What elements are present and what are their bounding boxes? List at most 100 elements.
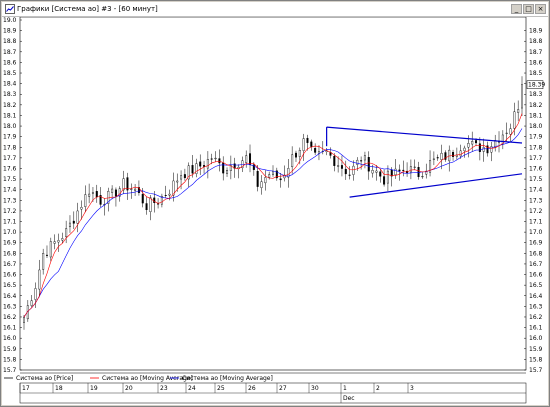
candle-body bbox=[264, 177, 267, 184]
candle-body bbox=[114, 189, 117, 197]
x-tick-label: 26 bbox=[248, 385, 256, 392]
candle-body bbox=[61, 238, 64, 241]
y-tick-label-right: 18.7 bbox=[529, 49, 543, 56]
maximize-icon: □ bbox=[525, 5, 532, 13]
x-tick-label: 24 bbox=[188, 385, 196, 392]
title-bar[interactable]: Графики [Система ао] #3 - [60 минут] _ □… bbox=[2, 2, 548, 17]
candle-body bbox=[367, 157, 370, 172]
y-tick-label-right: 18.1 bbox=[529, 112, 543, 119]
candle-body bbox=[402, 169, 405, 171]
candle-body bbox=[199, 161, 202, 167]
candle-body bbox=[145, 203, 148, 211]
candle-body bbox=[352, 165, 355, 175]
chart-app-icon bbox=[5, 4, 15, 14]
candle-body bbox=[260, 181, 263, 188]
y-tick-label: 16.5 bbox=[3, 282, 17, 289]
x-tick-label: 30 bbox=[311, 385, 319, 392]
y-tick-label-right: 15.8 bbox=[529, 356, 543, 363]
candle-body bbox=[95, 191, 98, 198]
legend-item-label: Система ао [Price] bbox=[16, 375, 73, 382]
candle-body bbox=[448, 149, 451, 162]
y-tick-label: 17.4 bbox=[3, 187, 17, 194]
y-tick-label: 18.7 bbox=[3, 49, 17, 56]
y-tick-label-right: 16.4 bbox=[529, 293, 543, 300]
candle-body bbox=[111, 188, 114, 193]
price-chart[interactable]: 19.0 18.9 18.8 18.7 18.6 18.5 18.4 18.3 18.2 18.1… bbox=[2, 17, 548, 405]
chart-area[interactable]: 19.0 18.9 18.8 18.7 18.6 18.5 18.4 18.3 18.2 18.1… bbox=[2, 17, 548, 405]
candle-body bbox=[168, 193, 171, 196]
y-tick-label-right: 16.7 bbox=[529, 261, 543, 268]
candle-body bbox=[226, 170, 229, 174]
candle-body bbox=[256, 171, 259, 187]
maximize-button[interactable]: □ bbox=[523, 4, 534, 14]
y-tick-label: 16.8 bbox=[3, 250, 17, 257]
candle-body bbox=[348, 174, 351, 176]
x-tick-label: 23 bbox=[160, 385, 168, 392]
candle-body bbox=[440, 152, 443, 160]
candle-body bbox=[130, 188, 133, 190]
y-tick-label-right: 17.2 bbox=[529, 208, 543, 215]
y-tick-label: 19.0 bbox=[3, 17, 17, 24]
candle-body bbox=[272, 171, 275, 175]
candle-body bbox=[122, 178, 125, 191]
candle-body bbox=[417, 167, 420, 177]
candle-body bbox=[245, 155, 248, 163]
y-tick-label: 16.7 bbox=[3, 261, 17, 268]
y-tick-label-right: 16.2 bbox=[529, 314, 543, 321]
y-tick-label: 18.5 bbox=[3, 70, 17, 77]
candle-body bbox=[509, 128, 512, 135]
candle-body bbox=[298, 149, 301, 157]
candle-body bbox=[306, 137, 309, 143]
candle-body bbox=[176, 180, 179, 183]
candle-body bbox=[84, 194, 87, 207]
candle-body bbox=[268, 174, 271, 178]
candle-body bbox=[294, 152, 297, 158]
y-tick-label: 18.3 bbox=[3, 91, 17, 98]
candle-body bbox=[45, 254, 48, 256]
y-tick-label: 16.0 bbox=[3, 335, 17, 342]
candle-body bbox=[478, 143, 481, 152]
candle-body bbox=[76, 210, 79, 224]
y-tick-label: 17.7 bbox=[3, 155, 17, 162]
candle-body bbox=[398, 169, 401, 172]
y-tick-label-right: 18.8 bbox=[529, 38, 543, 45]
window-title: Графики [Система ао] #3 - [60 минут] bbox=[17, 5, 158, 13]
y-tick-label: 18.4 bbox=[3, 81, 17, 88]
candle-body bbox=[409, 166, 412, 173]
candle-body bbox=[222, 162, 225, 174]
close-button[interactable]: × bbox=[535, 4, 546, 14]
candle-body bbox=[214, 157, 217, 160]
candle-body bbox=[34, 288, 37, 300]
candle-body bbox=[206, 159, 209, 169]
minimize-button[interactable]: _ bbox=[511, 4, 522, 14]
candle-body bbox=[38, 269, 41, 290]
candle-body bbox=[310, 141, 313, 147]
candle-body bbox=[390, 169, 393, 177]
y-tick-label: 18.0 bbox=[3, 123, 17, 130]
candle-body bbox=[490, 146, 493, 153]
x-tick-label: 3 bbox=[410, 385, 414, 392]
y-tick-label: 15.9 bbox=[3, 346, 17, 353]
last-price-label: 18.39 bbox=[528, 82, 545, 89]
candle-body bbox=[57, 240, 60, 243]
y-tick-label-right: 16.6 bbox=[529, 272, 543, 279]
y-tick-label-right: 15.9 bbox=[529, 346, 543, 353]
y-tick-label-right: 17.6 bbox=[529, 165, 543, 172]
candle-body bbox=[344, 168, 347, 175]
y-tick-label-right: 17.4 bbox=[529, 187, 543, 194]
y-tick-label: 17.3 bbox=[3, 197, 17, 204]
candle-body bbox=[463, 147, 466, 152]
y-tick-label: 18.8 bbox=[3, 38, 17, 45]
y-tick-label-right: 16.5 bbox=[529, 282, 543, 289]
candle-body bbox=[386, 170, 389, 184]
candle-body bbox=[153, 197, 156, 203]
candle-body bbox=[432, 158, 435, 160]
y-tick-label-right: 16.0 bbox=[529, 335, 543, 342]
candle-body bbox=[203, 165, 206, 167]
close-icon: × bbox=[537, 5, 544, 13]
x-tick-label: 25 bbox=[217, 385, 225, 392]
y-tick-label: 17.2 bbox=[3, 208, 17, 215]
candle-body bbox=[149, 197, 152, 213]
y-tick-label-right: 16.1 bbox=[529, 325, 543, 332]
y-tick-label-right: 18.3 bbox=[529, 91, 543, 98]
